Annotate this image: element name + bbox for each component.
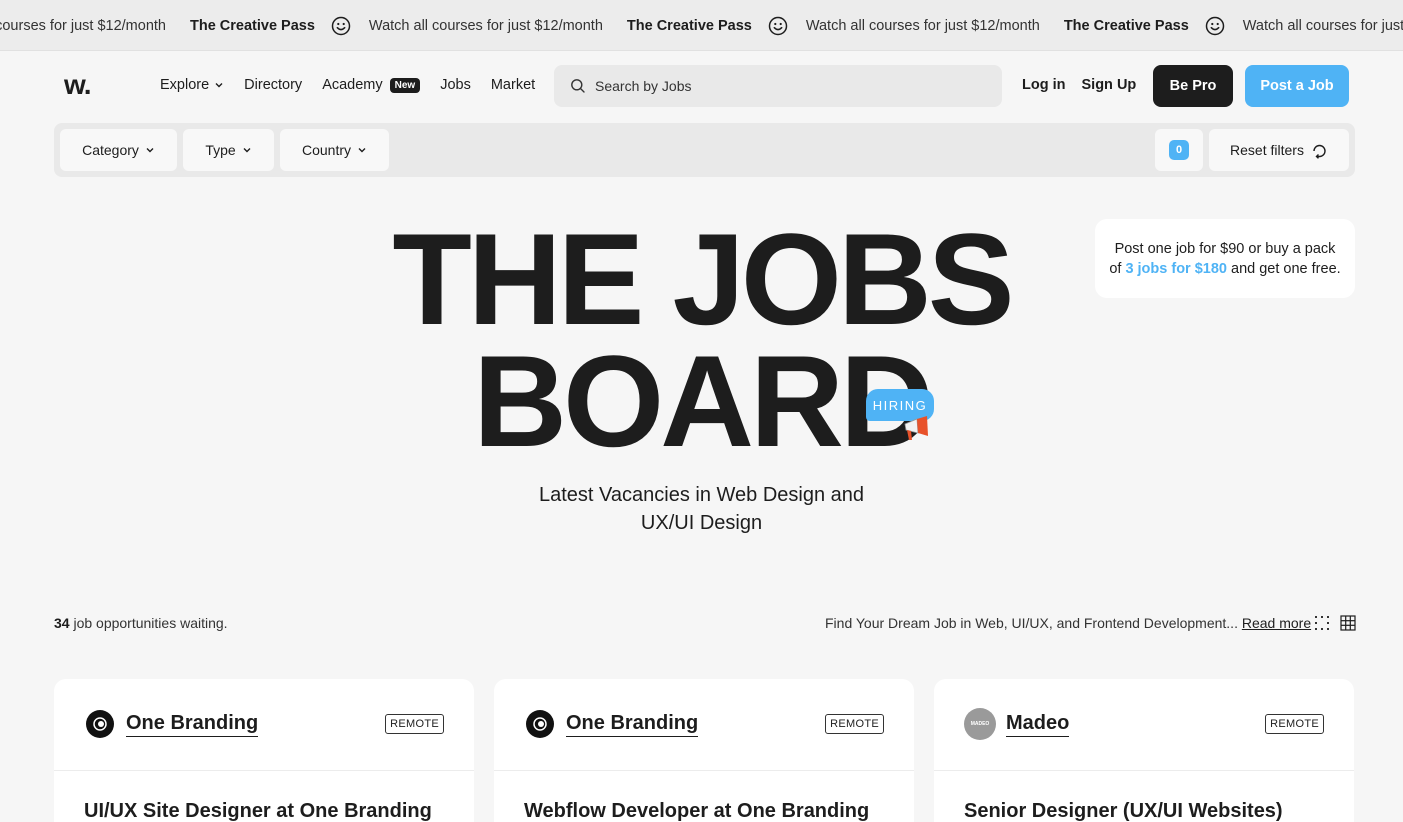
- job-card-header: One Branding REMOTE: [54, 679, 474, 771]
- hero-title-line2: BOARD: [473, 328, 934, 474]
- nav-jobs[interactable]: Jobs: [440, 77, 471, 93]
- smile-icon: [768, 16, 788, 36]
- chevron-down-icon: [215, 83, 223, 88]
- category-filter[interactable]: Category: [60, 129, 177, 171]
- company-logo-text: MADEO: [970, 721, 990, 727]
- company-name-link[interactable]: One Branding: [566, 710, 699, 737]
- promo-suffix: and get one free.: [1231, 261, 1341, 277]
- company-name-link[interactable]: Madeo: [1006, 710, 1070, 737]
- ticker-brand: The Creative Pass: [1063, 17, 1189, 34]
- ticker-item: Watch all courses for just $12/month The…: [806, 16, 1243, 36]
- reset-filters-button[interactable]: Reset filters: [1209, 129, 1349, 171]
- listing-description: Find Your Dream Job in Web, UI/UX, and F…: [825, 615, 1311, 631]
- job-card[interactable]: One Branding REMOTE UI/UX Site Designer …: [54, 679, 474, 822]
- remote-tag: REMOTE: [385, 714, 444, 734]
- company-logo[interactable]: [86, 710, 114, 738]
- job-card[interactable]: MADEO Madeo REMOTE Senior Designer (UX/U…: [934, 679, 1354, 822]
- ticker-text: Watch all courses for just $12/month: [1242, 17, 1403, 34]
- hero-subtitle-line1: Latest Vacancies in Web Design and: [538, 484, 864, 506]
- reset-icon: [1313, 144, 1326, 159]
- search-box[interactable]: [554, 65, 1002, 107]
- job-title[interactable]: Webflow Developer at One Branding: [524, 800, 869, 822]
- remote-tag: REMOTE: [825, 714, 884, 734]
- nav-explore[interactable]: Explore: [160, 77, 224, 93]
- login-link[interactable]: Log in: [1022, 77, 1066, 93]
- swirl-logo-icon: [93, 717, 107, 731]
- smile-icon: [1205, 16, 1225, 36]
- ticker-text: Watch all courses for just $12/month: [0, 17, 166, 34]
- job-title[interactable]: Senior Designer (UX/UI Websites): [964, 800, 1283, 822]
- hero-subtitle-line2: UX/UI Design: [640, 512, 763, 534]
- country-filter-label: Country: [301, 142, 352, 158]
- promo-ticker[interactable]: Watch all courses for just $12/month The…: [0, 0, 1403, 51]
- ticker-brand: The Creative Pass: [626, 17, 752, 34]
- promo-line2: of 3 jobs for $180 and get one free.: [1095, 259, 1355, 279]
- auth-links: Log in Sign Up: [1022, 77, 1136, 93]
- job-title[interactable]: UI/UX Site Designer at One Branding: [84, 800, 432, 822]
- search-icon: [571, 79, 585, 93]
- company-name-link[interactable]: One Branding: [126, 710, 259, 737]
- new-badge: New: [389, 77, 421, 93]
- nav-academy-label: Academy: [322, 77, 383, 93]
- filter-count-badge: 0: [1169, 140, 1189, 160]
- promo-prefix: of: [1109, 261, 1122, 277]
- be-pro-button[interactable]: Be Pro: [1153, 65, 1233, 107]
- job-card-header: One Branding REMOTE: [494, 679, 914, 771]
- type-filter-label: Type: [205, 142, 236, 158]
- nav-jobs-label: Jobs: [440, 77, 471, 93]
- ticker-text: Watch all courses for just $12/month: [368, 17, 603, 34]
- signup-link[interactable]: Sign Up: [1082, 77, 1137, 93]
- chevron-down-icon: [358, 148, 366, 153]
- nav-academy[interactable]: Academy New: [322, 77, 421, 93]
- nav-directory-label: Directory: [244, 77, 303, 93]
- grid-view-icon[interactable]: [1340, 615, 1356, 631]
- smile-icon: [331, 16, 351, 36]
- job-count-text: job opportunities waiting.: [73, 615, 228, 631]
- nav-explore-label: Explore: [160, 77, 210, 93]
- ticker-item: Watch all courses for just $12/month The…: [369, 16, 806, 36]
- promo-highlight[interactable]: 3 jobs for $180: [1125, 261, 1227, 277]
- ticker-track: Watch all courses for just $12/month The…: [0, 0, 1403, 50]
- job-card[interactable]: One Branding REMOTE Webflow Developer at…: [494, 679, 914, 822]
- nav-market-label: Market: [490, 77, 536, 93]
- remote-tag: REMOTE: [1265, 714, 1324, 734]
- post-job-button[interactable]: Post a Job: [1245, 65, 1349, 107]
- ticker-brand: The Creative Pass: [189, 17, 315, 34]
- job-count: 34 job opportunities waiting.: [54, 615, 228, 631]
- job-count-number: 34: [54, 615, 70, 631]
- nav-market[interactable]: Market: [491, 77, 535, 93]
- site-logo[interactable]: w.: [64, 69, 92, 101]
- pricing-promo: Post one job for $90 or buy a pack of 3 …: [1095, 219, 1355, 298]
- hero-subtitle: Latest Vacancies in Web Design and UX/UI…: [0, 481, 1403, 537]
- ticker-text: Watch all courses for just $12/month: [805, 17, 1040, 34]
- read-more-link[interactable]: Read more: [1242, 615, 1311, 631]
- chevron-down-icon: [243, 148, 251, 153]
- reset-filters-label: Reset filters: [1230, 142, 1304, 158]
- job-card-header: MADEO Madeo REMOTE: [934, 679, 1354, 771]
- swirl-logo-icon: [533, 717, 547, 731]
- filter-bar: Category Type Country 0 Reset filters: [54, 123, 1355, 177]
- chevron-down-icon: [146, 148, 154, 153]
- type-filter[interactable]: Type: [183, 129, 274, 171]
- filter-count: 0: [1155, 129, 1203, 171]
- company-logo[interactable]: MADEO: [964, 708, 996, 740]
- search-input[interactable]: [595, 78, 975, 94]
- category-filter-label: Category: [82, 142, 139, 158]
- listing-description-text: Find Your Dream Job in Web, UI/UX, and F…: [825, 615, 1238, 631]
- megaphone-icon: [904, 416, 928, 440]
- ticker-item: Watch all courses for just $12/month T: [1243, 18, 1403, 34]
- nav-links: Explore Directory Academy New Jobs Marke…: [160, 77, 535, 93]
- nav-directory[interactable]: Directory: [244, 77, 302, 93]
- company-logo[interactable]: [526, 710, 554, 738]
- ticker-item: Watch all courses for just $12/month The…: [0, 16, 369, 36]
- grid-dots-view-icon[interactable]: [1314, 615, 1330, 631]
- country-filter[interactable]: Country: [280, 129, 389, 171]
- top-navigation: w. Explore Directory Academy New Jobs Ma…: [0, 52, 1403, 120]
- promo-line1: Post one job for $90 or buy a pack: [1114, 241, 1336, 257]
